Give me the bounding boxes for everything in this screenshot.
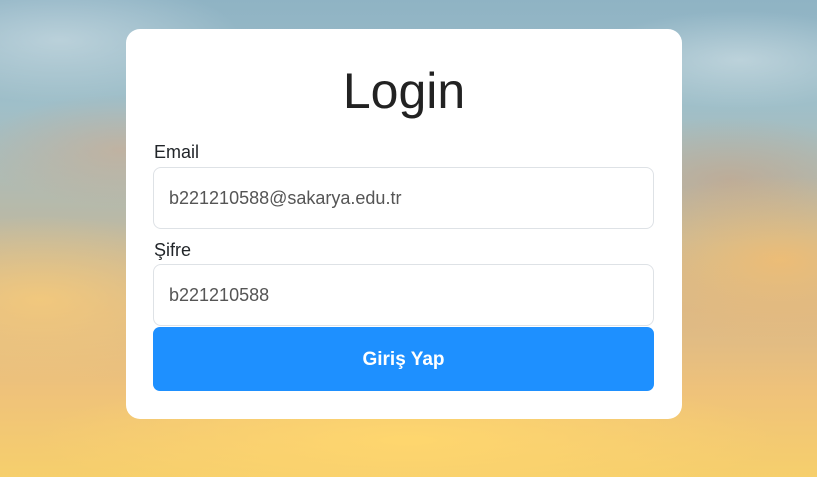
login-button[interactable]: Giriş Yap [153, 327, 654, 391]
login-card: Login Email Şifre Giriş Yap [126, 29, 682, 419]
password-field[interactable] [153, 264, 654, 326]
password-label: Şifre [154, 240, 192, 260]
email-field[interactable] [153, 167, 654, 229]
page-title: Login [342, 63, 466, 119]
email-label: Email [154, 142, 200, 162]
